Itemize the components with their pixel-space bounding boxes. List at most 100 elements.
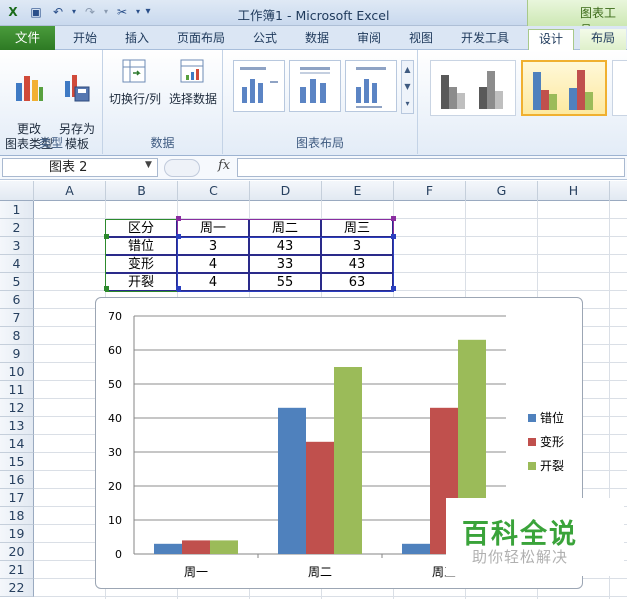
row-header[interactable]: 9 xyxy=(0,345,34,363)
chart-bar xyxy=(182,540,210,554)
row-header[interactable]: 7 xyxy=(0,309,34,327)
ribbon-tab-row: 文件 开始 插入 页面布局 公式 数据 审阅 视图 开发工具 设计 布局 xyxy=(0,26,627,50)
range-resize-handle[interactable] xyxy=(391,216,396,221)
row-header[interactable]: 15 xyxy=(0,453,34,471)
table-cell[interactable]: 63 xyxy=(321,273,393,291)
table-cell[interactable]: 开裂 xyxy=(105,273,177,291)
tab-home[interactable]: 开始 xyxy=(62,29,108,50)
range-resize-handle[interactable] xyxy=(104,286,109,291)
column-header-c[interactable]: C xyxy=(178,181,250,201)
table-cell[interactable]: 33 xyxy=(249,255,321,273)
column-header-f[interactable]: F xyxy=(394,181,466,201)
chart-bar xyxy=(154,543,182,554)
tab-review[interactable]: 审阅 xyxy=(346,29,392,50)
group-label-type: 类型 xyxy=(38,136,63,150)
row-header[interactable]: 1 xyxy=(0,201,34,219)
chart-layout-3-option[interactable] xyxy=(345,60,397,112)
row-header[interactable]: 6 xyxy=(0,291,34,309)
row-header[interactable]: 18 xyxy=(0,507,34,525)
table-cell[interactable]: 3 xyxy=(321,237,393,255)
legend-swatch xyxy=(528,438,536,446)
tab-view[interactable]: 视图 xyxy=(398,29,444,50)
column-header-b[interactable]: B xyxy=(106,181,178,201)
row-header[interactable]: 14 xyxy=(0,435,34,453)
table-cell[interactable]: 55 xyxy=(249,273,321,291)
name-box[interactable]: 图表 2 xyxy=(2,158,158,177)
legend-label: 错位 xyxy=(540,410,564,425)
column-header-d[interactable]: D xyxy=(250,181,322,201)
row-header[interactable]: 10 xyxy=(0,363,34,381)
switch-row-column-label: 切换行/列 xyxy=(108,92,162,106)
ribbon: 更改 图表类型 另存为 模板 类型 切换行/列 选择数据 数据 ▲ ▼ ▾ 图表… xyxy=(0,50,627,156)
formula-bar-resize-handle[interactable] xyxy=(164,159,200,177)
table-cell[interactable]: 4 xyxy=(177,273,249,291)
formula-bar: 图表 2 ▼ fx xyxy=(0,156,627,180)
table-cell[interactable]: 3 xyxy=(177,237,249,255)
row-header[interactable]: 16 xyxy=(0,471,34,489)
tab-data[interactable]: 数据 xyxy=(294,29,340,50)
y-tick-label: 70 xyxy=(108,310,122,323)
table-header-cell[interactable]: 区分 xyxy=(105,219,177,237)
table-header-cell[interactable]: 周二 xyxy=(249,219,321,237)
tab-formulas[interactable]: 公式 xyxy=(242,29,288,50)
row-header[interactable]: 21 xyxy=(0,561,34,579)
name-box-dropdown-icon[interactable]: ▼ xyxy=(145,160,152,170)
layout-gallery-scroll[interactable]: ▲ ▼ ▾ xyxy=(401,60,414,114)
table-cell[interactable]: 错位 xyxy=(105,237,177,255)
range-resize-handle[interactable] xyxy=(176,234,181,239)
tab-insert[interactable]: 插入 xyxy=(114,29,160,50)
row-header[interactable]: 17 xyxy=(0,489,34,507)
chart-layout-2-option[interactable] xyxy=(289,60,341,112)
row-header[interactable]: 20 xyxy=(0,543,34,561)
insert-function-button[interactable]: fx xyxy=(218,158,230,173)
table-cell[interactable]: 43 xyxy=(249,237,321,255)
column-header-e[interactable]: E xyxy=(322,181,394,201)
row-header[interactable]: 4 xyxy=(0,255,34,273)
row-header[interactable]: 2 xyxy=(0,219,34,237)
row-header[interactable]: 12 xyxy=(0,399,34,417)
select-all-corner[interactable] xyxy=(0,181,34,201)
tab-design[interactable]: 设计 xyxy=(528,29,574,50)
table-cell[interactable]: 4 xyxy=(177,255,249,273)
tab-file[interactable]: 文件 xyxy=(0,26,55,50)
switch-row-column-button[interactable]: 切换行/列 xyxy=(107,56,163,107)
tab-developer[interactable]: 开发工具 xyxy=(452,29,518,50)
chart-bar xyxy=(306,441,334,554)
table-cell[interactable]: 变形 xyxy=(105,255,177,273)
column-header-h[interactable]: H xyxy=(538,181,610,201)
tab-page-layout[interactable]: 页面布局 xyxy=(168,29,234,50)
column-header-a[interactable]: A xyxy=(34,181,106,201)
range-resize-handle[interactable] xyxy=(176,286,181,291)
y-tick-label: 30 xyxy=(108,446,122,459)
chart-style-gray-option[interactable] xyxy=(430,60,516,116)
row-header[interactable]: 13 xyxy=(0,417,34,435)
row-header[interactable]: 11 xyxy=(0,381,34,399)
tab-layout[interactable]: 布局 xyxy=(580,29,626,50)
x-tick-label: 周二 xyxy=(308,565,332,579)
chart-style-more-option[interactable] xyxy=(612,60,627,116)
row-header[interactable]: 22 xyxy=(0,579,34,597)
table-header-cell[interactable]: 周一 xyxy=(177,219,249,237)
legend-label: 变形 xyxy=(540,434,564,449)
ribbon-group-chart-layout: ▲ ▼ ▾ 图表布局 xyxy=(223,50,418,154)
range-resize-handle[interactable] xyxy=(176,216,181,221)
table-header-cell[interactable]: 周三 xyxy=(321,219,393,237)
range-resize-handle[interactable] xyxy=(391,286,396,291)
table-cell[interactable]: 43 xyxy=(321,255,393,273)
formula-input[interactable] xyxy=(237,158,625,177)
range-resize-handle[interactable] xyxy=(391,234,396,239)
select-data-button[interactable]: 选择数据 xyxy=(165,56,221,107)
range-resize-handle[interactable] xyxy=(104,234,109,239)
row-header[interactable]: 3 xyxy=(0,237,34,255)
chart-style-color-option[interactable] xyxy=(521,60,607,116)
chart-layout-1-option[interactable] xyxy=(233,60,285,112)
chart-tools-context-title: 图表工具 xyxy=(527,0,627,37)
column-header-g[interactable]: G xyxy=(466,181,538,201)
group-label-chart-layout: 图表布局 xyxy=(295,136,344,150)
gridline xyxy=(34,596,627,597)
chart-bar xyxy=(210,540,238,554)
select-data-icon xyxy=(180,59,204,83)
row-header[interactable]: 19 xyxy=(0,525,34,543)
row-header[interactable]: 5 xyxy=(0,273,34,291)
row-header[interactable]: 8 xyxy=(0,327,34,345)
